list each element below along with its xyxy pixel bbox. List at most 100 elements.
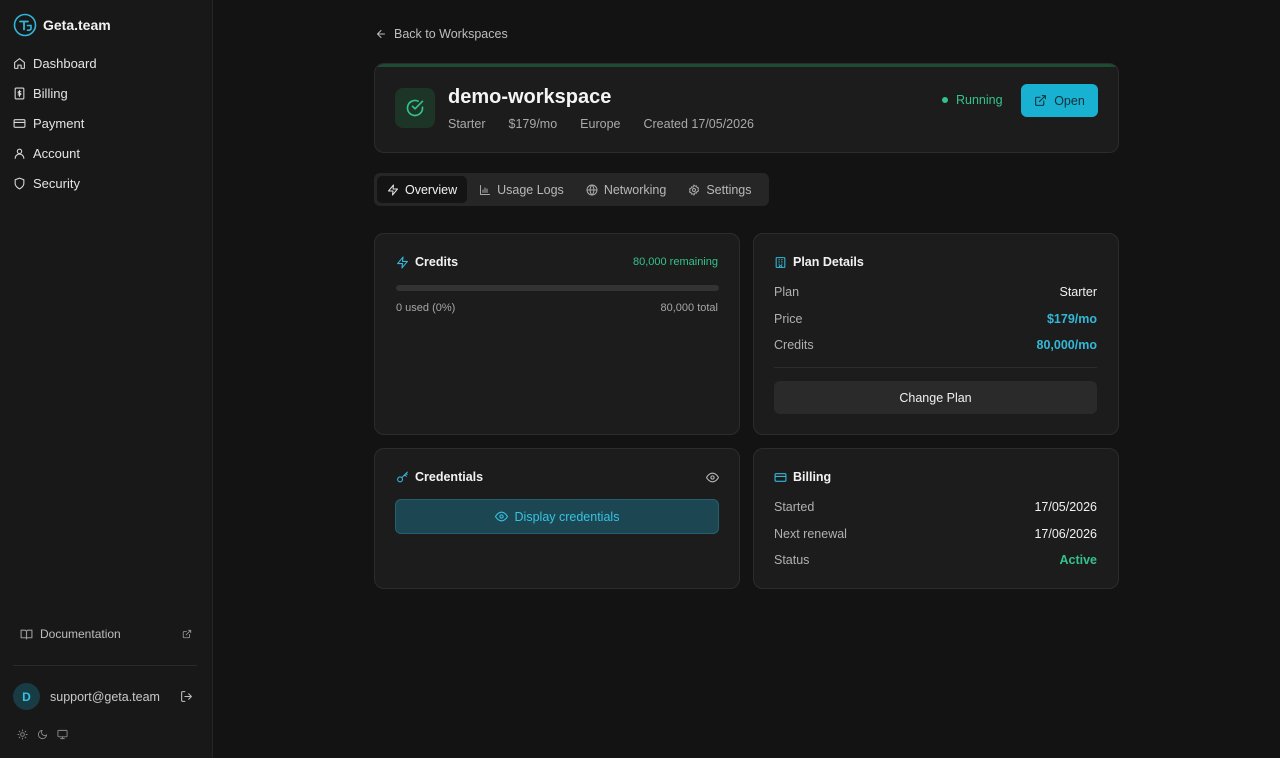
theme-switcher: [17, 729, 68, 740]
status-label: Running: [956, 93, 1003, 107]
avatar[interactable]: D: [13, 683, 40, 710]
credentials-title: Credentials: [415, 470, 484, 484]
check-circle-icon: [406, 99, 424, 117]
status-row-value: Active: [1059, 553, 1097, 567]
status-dot-icon: [942, 97, 948, 103]
documentation-link[interactable]: Documentation: [20, 624, 192, 644]
bar-chart-icon: [480, 184, 491, 195]
credits-row-key: Credits: [774, 338, 814, 352]
status-badge: Running: [942, 93, 1003, 107]
credits-card-title: Credits: [396, 255, 458, 269]
tab-networking[interactable]: Networking: [576, 176, 677, 203]
sidebar-item-security[interactable]: Security: [0, 168, 212, 198]
credits-used: 0 used (0%): [396, 302, 456, 314]
moon-icon: [37, 729, 48, 740]
external-link-icon: [182, 629, 192, 639]
sidebar-item-dashboard[interactable]: Dashboard: [0, 48, 212, 78]
book-icon: [20, 629, 33, 639]
price-row-value: $179/mo: [1046, 312, 1097, 326]
user-profile: D support@geta.team: [13, 683, 197, 710]
next-renewal-row-value: 17/06/2026: [1034, 527, 1097, 541]
next-renewal-row: Next renewal 17/06/2026: [774, 527, 1097, 541]
plan-details-card-title: Plan Details: [774, 255, 864, 269]
back-to-workspaces-link[interactable]: Back to Workspaces: [375, 27, 508, 41]
billing-card: Billing Started 17/05/2026 Next renewal …: [753, 448, 1119, 589]
eye-icon: [706, 472, 719, 483]
zap-icon: [388, 184, 398, 195]
credit-card-icon: [774, 472, 787, 482]
open-label: Open: [1054, 93, 1085, 108]
workspace-meta: Starter $179/mo Europe Created 17/05/202…: [448, 117, 754, 131]
credentials-card-title: Credentials: [396, 470, 483, 484]
documentation-label: Documentation: [40, 627, 121, 641]
open-workspace-button[interactable]: Open: [1021, 84, 1098, 117]
building-icon: [775, 256, 786, 268]
sidebar-item-payment[interactable]: Payment: [0, 108, 212, 138]
tab-label: Networking: [603, 182, 667, 197]
change-plan-button[interactable]: Change Plan: [774, 381, 1097, 414]
plan-row-value: Starter: [1059, 285, 1097, 299]
brand[interactable]: Geta.team: [13, 13, 111, 37]
display-credentials-label: Display credentials: [514, 509, 620, 524]
credits-remaining: 80,000 remaining: [632, 256, 718, 268]
logout-button[interactable]: [180, 690, 193, 703]
external-link-icon: [1035, 95, 1047, 106]
workspace-price: $179/mo: [508, 117, 558, 131]
workspace-header: demo-workspace Starter $179/mo Europe Cr…: [374, 63, 1119, 153]
tab-settings[interactable]: Settings: [678, 176, 761, 203]
plan-details-card: Plan Details Plan Starter Price $179/mo …: [753, 233, 1119, 435]
sidebar-item-label: Account: [33, 145, 80, 161]
home-icon: [14, 57, 25, 69]
workspace-status-icon: [395, 88, 435, 128]
sun-icon: [17, 729, 28, 740]
back-label: Back to Workspaces: [394, 27, 508, 41]
system-theme-button[interactable]: [57, 729, 68, 740]
plan-details-title: Plan Details: [793, 255, 864, 269]
credits-progress-bar: [396, 285, 719, 291]
started-row-key: Started: [774, 500, 815, 514]
billing-card-title: Billing: [774, 470, 831, 484]
display-credentials-button[interactable]: Display credentials: [395, 499, 719, 534]
started-row: Started 17/05/2026: [774, 500, 1097, 514]
shield-icon: [14, 177, 25, 189]
tab-overview[interactable]: Overview: [377, 176, 468, 203]
sidebar-item-label: Dashboard: [33, 55, 97, 71]
sidebar-item-billing[interactable]: Billing: [0, 78, 212, 108]
workspace-name: demo-workspace: [448, 86, 612, 108]
gear-icon: [689, 184, 700, 195]
dark-theme-button[interactable]: [37, 729, 48, 740]
status-row-key: Status: [774, 553, 810, 567]
workspace-region: Europe: [580, 117, 621, 131]
plan-row-key: Plan: [774, 285, 800, 299]
credit-card-icon: [13, 118, 26, 128]
sidebar-divider: [13, 665, 197, 666]
next-renewal-row-key: Next renewal: [774, 527, 847, 541]
geta-logo-icon: [13, 13, 37, 37]
workspace-tabs: Overview Usage Logs Networking Settings: [374, 173, 769, 206]
sidebar: Geta.team Dashboard Billing Payment Acco…: [0, 0, 213, 758]
arrow-left-icon: [377, 30, 385, 38]
credits-row: Credits 80,000/mo: [774, 338, 1097, 352]
sidebar-item-label: Billing: [33, 85, 68, 101]
workspace-created: Created 17/05/2026: [643, 117, 754, 131]
sidebar-item-label: Payment: [33, 115, 85, 131]
credits-total: 80,000 total: [660, 302, 719, 314]
sidebar-nav: Dashboard Billing Payment Account Securi…: [0, 48, 212, 198]
credits-card: Credits 80,000 remaining 0 used (0%) 80,…: [374, 233, 740, 435]
price-row: Price $179/mo: [774, 312, 1097, 326]
credits-row-value: 80,000/mo: [1036, 338, 1097, 352]
billing-title: Billing: [793, 470, 832, 484]
workspace-plan: Starter: [448, 117, 486, 131]
tab-usage-logs[interactable]: Usage Logs: [469, 176, 574, 203]
sidebar-item-label: Security: [33, 175, 80, 191]
key-icon: [397, 471, 408, 482]
plan-row: Plan Starter: [774, 285, 1097, 299]
price-row-key: Price: [774, 312, 803, 326]
started-row-value: 17/05/2026: [1034, 500, 1097, 514]
toggle-credentials-visibility[interactable]: [706, 471, 719, 484]
user-email: support@geta.team: [50, 689, 160, 704]
receipt-icon: [14, 87, 25, 99]
light-theme-button[interactable]: [17, 729, 28, 740]
sidebar-item-account[interactable]: Account: [0, 138, 212, 168]
zap-icon: [397, 256, 408, 268]
